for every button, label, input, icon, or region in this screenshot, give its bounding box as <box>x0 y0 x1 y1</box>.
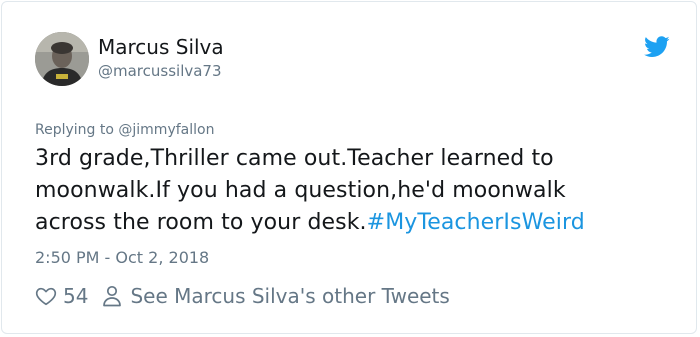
reply-to-link[interactable]: @jimmyfallon <box>118 122 214 138</box>
tweet-card: Marcus Silva @marcussilva73 Replying to … <box>1 1 697 334</box>
author-name[interactable]: Marcus Silva <box>98 35 224 59</box>
reply-prefix: Replying to <box>35 122 119 138</box>
tweet-text: 3rd grade,Thriller came out.Teacher lear… <box>35 143 665 239</box>
hashtag-link[interactable]: #MyTeacherIsWeird <box>367 210 585 235</box>
tweet-text-line: moonwalk.If you had a question,he'd moon… <box>35 178 566 203</box>
avatar-image <box>35 32 89 86</box>
person-icon[interactable] <box>102 285 122 307</box>
tweet-text-line: across the room to your desk.#MyTeacherI… <box>35 207 665 239</box>
tweet-actions: 54 See Marcus Silva's other Tweets <box>35 284 450 308</box>
twitter-bird-icon[interactable] <box>644 36 670 58</box>
avatar[interactable] <box>35 32 89 86</box>
other-tweets-link[interactable]: See Marcus Silva's other Tweets <box>130 284 449 308</box>
tweet-text-fragment: across the room to your desk. <box>35 210 367 235</box>
heart-icon[interactable] <box>35 285 57 307</box>
tweet-timestamp[interactable]: 2:50 PM - Oct 2, 2018 <box>35 248 209 267</box>
replying-to: Replying to @jimmyfallon <box>35 122 214 138</box>
like-count[interactable]: 54 <box>63 284 88 308</box>
tweet-text-line: 3rd grade,Thriller came out.Teacher lear… <box>35 146 554 171</box>
author-handle[interactable]: @marcussilva73 <box>98 62 222 80</box>
